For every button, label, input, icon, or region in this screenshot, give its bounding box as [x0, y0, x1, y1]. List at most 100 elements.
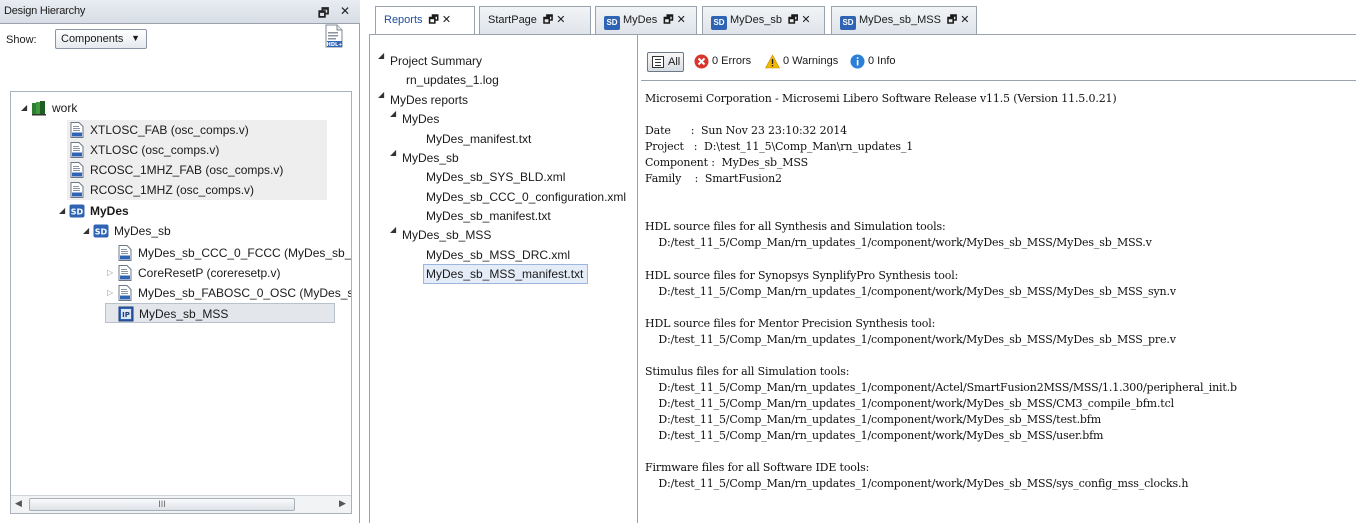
collapse-arrow-icon[interactable]: ◢ — [83, 221, 89, 241]
report-tree-item[interactable]: MyDes_manifest.txt — [426, 129, 531, 149]
report-line: D:/test_11_5/Comp_Man/rn_updates_1/compo… — [645, 413, 1102, 426]
tab-label: Reports — [384, 14, 423, 26]
report-line: HDL source files for Synopsys SynplifyPr… — [645, 268, 959, 282]
message-filter-bar: All 0 Errors 0 Warnings 0 Info — [641, 35, 1356, 81]
report-view: All 0 Errors 0 Warnings 0 Info Microsemi… — [641, 35, 1356, 523]
report-tree-label: MyDes_sb_CCC_0_configuration.xml — [426, 190, 627, 204]
collapse-arrow-icon[interactable]: ◢ — [378, 51, 384, 60]
tab-mydes_sb[interactable]: SD MyDes_sb 🗗 ✕ — [702, 6, 825, 34]
tree-node[interactable]: ▷ CoreResetP (coreresetp.v) — [11, 263, 351, 283]
tab-mydes[interactable]: SD MyDes 🗗 ✕ — [595, 6, 697, 34]
tree-node-label: MyDes — [90, 204, 129, 218]
document-tab-bar: Reports 🗗 ✕ StartPage 🗗 ✕ SD MyDes 🗗 ✕ SD MyDes_sb 🗗… — [369, 0, 1356, 35]
close-tab-icon[interactable]: ✕ — [960, 14, 969, 26]
restore-window-icon[interactable]: 🗗 — [318, 4, 329, 25]
restore-window-icon[interactable]: 🗗 — [788, 14, 798, 26]
report-tree-label: MyDes_sb_MSS — [402, 228, 492, 242]
tab-label: MyDes_sb — [730, 14, 782, 26]
svg-text:IP: IP — [122, 311, 130, 319]
report-tree-item[interactable]: MyDes_sb — [402, 148, 459, 168]
collapse-arrow-icon[interactable]: ◢ — [390, 148, 396, 157]
tree-node[interactable]: RCOSC_1MHZ_FAB (osc_comps.v) — [67, 160, 327, 180]
collapse-arrow-icon[interactable]: ◢ — [390, 109, 396, 118]
tree-node[interactable]: IP MyDes_sb_MSS — [105, 303, 335, 323]
show-select-value: Components — [61, 33, 124, 45]
reports-content: ◢ Project Summary rn_updates_1.log ◢ MyDes r… — [369, 34, 1356, 523]
tree-node-label: MyDes_sb_CCC_0_FCCC (MyDes_sb_CC — [138, 246, 352, 260]
tree-node[interactable]: RCOSC_1MHZ (osc_comps.v) — [67, 180, 327, 200]
close-tab-icon[interactable]: ✕ — [442, 14, 451, 26]
tab-label: MyDes_sb_MSS — [859, 14, 941, 26]
report-tree-label: MyDes reports — [390, 93, 469, 107]
smartdesign-icon: SD — [840, 16, 856, 30]
smartdesign-icon: SD — [604, 16, 620, 30]
report-tree-item[interactable]: MyDes reports — [390, 90, 468, 110]
hdl-file-icon — [69, 122, 85, 138]
scroll-thumb[interactable]: III — [29, 498, 295, 511]
warning-icon — [765, 54, 780, 69]
smartdesign-icon: SD — [711, 16, 727, 30]
expand-arrow-icon[interactable]: ▷ — [107, 283, 113, 303]
tree-node[interactable]: ◢ SD MyDes — [11, 201, 351, 221]
report-line: Microsemi Corporation - Microsemi Libero… — [645, 92, 1117, 105]
report-tree-label: rn_updates_1.log — [406, 73, 499, 87]
close-tab-icon[interactable]: ✕ — [801, 14, 810, 26]
tab-mydes_sb_mss[interactable]: SD MyDes_sb_MSS 🗗 ✕ — [831, 6, 977, 34]
scroll-left-icon[interactable]: ◀ — [15, 498, 22, 509]
svg-text:SD: SD — [71, 208, 84, 217]
close-tab-icon[interactable]: ✕ — [677, 14, 686, 26]
expand-arrow-icon[interactable]: ▷ — [107, 263, 113, 283]
tree-node-label: MyDes_sb_MSS — [139, 307, 229, 321]
tree-node[interactable]: MyDes_sb_CCC_0_FCCC (MyDes_sb_CC — [11, 243, 351, 263]
collapse-arrow-icon[interactable]: ◢ — [21, 98, 27, 118]
close-icon[interactable]: ✕ — [340, 4, 350, 18]
tree-node-label: RCOSC_1MHZ (osc_comps.v) — [90, 183, 255, 197]
show-components-select[interactable]: Components ▼ — [55, 29, 147, 49]
collapse-arrow-icon[interactable]: ◢ — [59, 201, 65, 221]
errors-count-label: 0 Errors — [712, 55, 752, 67]
restore-window-icon[interactable]: 🗗 — [947, 14, 957, 26]
report-tree: ◢ Project Summary rn_updates_1.log ◢ MyDes r… — [370, 35, 638, 523]
tab-reports[interactable]: Reports 🗗 ✕ — [375, 6, 475, 35]
hdl-file-icon: HDL+ — [325, 24, 343, 48]
report-text: Microsemi Corporation - Microsemi Libero… — [645, 91, 1355, 521]
design-hierarchy-header: Design Hierarchy 🗗 ✕ — [0, 0, 360, 24]
report-tree-item[interactable]: MyDes — [402, 109, 439, 129]
tree-node[interactable]: ◢ SD MyDes_sb — [11, 221, 351, 241]
report-tree-item[interactable]: MyDes_sb_CCC_0_configuration.xml — [426, 187, 626, 207]
collapse-arrow-icon[interactable]: ◢ — [390, 225, 396, 234]
tree-node[interactable]: XTLOSC (osc_comps.v) — [67, 140, 327, 160]
hierarchy-tree: ◢ work XTLOSC_FAB (osc_comps.v) XTLOSC (osc… — [10, 91, 352, 514]
report-tree-label: Project Summary — [390, 54, 483, 68]
report-tree-item[interactable]: MyDes_sb_manifest.txt — [426, 206, 551, 226]
hdl-file-icon — [69, 162, 85, 178]
design-hierarchy-panel: Design Hierarchy 🗗 ✕ Show: Components ▼ … — [0, 0, 360, 523]
report-tree-item[interactable]: rn_updates_1.log — [406, 70, 499, 90]
filter-all-button[interactable]: All — [647, 52, 684, 72]
tree-node[interactable]: ◢ work — [11, 98, 351, 118]
report-tree-item[interactable]: MyDes_sb_MSS_DRC.xml — [426, 245, 570, 265]
tree-node-label: RCOSC_1MHZ_FAB (osc_comps.v) — [90, 163, 284, 177]
report-tree-item[interactable]: MyDes_sb_SYS_BLD.xml — [426, 167, 565, 187]
tab-startpage[interactable]: StartPage 🗗 ✕ — [479, 6, 591, 34]
scroll-right-icon[interactable]: ▶ — [339, 498, 346, 509]
horizontal-scrollbar[interactable]: ◀ III ▶ — [11, 495, 351, 513]
tab-label: StartPage — [488, 14, 537, 26]
smartdesign-icon: SD — [69, 203, 85, 219]
tree-node[interactable]: XTLOSC_FAB (osc_comps.v) — [67, 120, 327, 140]
restore-window-icon[interactable]: 🗗 — [429, 14, 439, 26]
hdl-file-icon — [117, 265, 133, 281]
new-hdl-button[interactable]: HDL+ — [322, 24, 346, 50]
report-line: D:/test_11_5/Comp_Man/rn_updates_1/compo… — [645, 380, 1237, 394]
restore-window-icon[interactable]: 🗗 — [543, 14, 553, 26]
report-tree-item[interactable]: MyDes_sb_MSS — [402, 225, 491, 245]
collapse-arrow-icon[interactable]: ◢ — [378, 90, 384, 99]
report-tree-item[interactable]: Project Summary — [390, 51, 482, 71]
ip-core-icon: IP — [118, 306, 134, 322]
tree-node-label: CoreResetP (coreresetp.v) — [138, 266, 281, 280]
close-tab-icon[interactable]: ✕ — [556, 14, 565, 26]
restore-window-icon[interactable]: 🗗 — [663, 14, 673, 26]
report-line: Project : D:\test_11_5\Comp_Man\rn_updat… — [645, 140, 914, 154]
tree-node[interactable]: ▷ MyDes_sb_FABOSC_0_OSC (MyDes_sb_F — [11, 283, 351, 303]
report-tree-item[interactable]: MyDes_sb_MSS_manifest.txt — [423, 264, 589, 284]
